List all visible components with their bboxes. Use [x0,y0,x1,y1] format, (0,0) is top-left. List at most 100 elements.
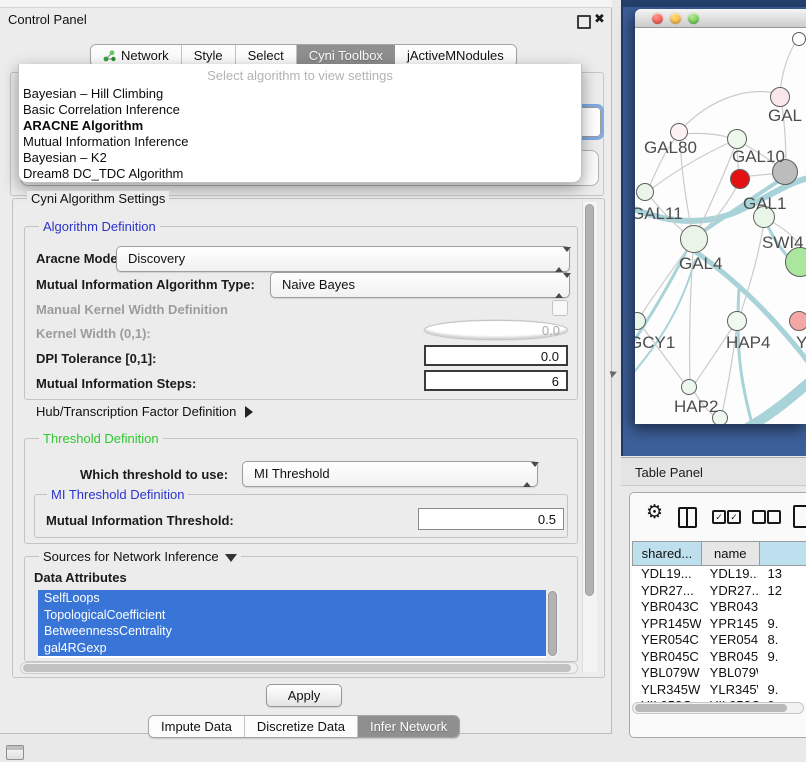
table-cell: YBL079W [632,665,701,682]
node-gal10[interactable] [727,129,747,149]
data-attributes-label: Data Attributes [34,570,127,585]
algorithm-option[interactable]: Bayesian – K2 [21,150,577,166]
column-header[interactable]: name [701,541,759,566]
tab-label: Network [121,48,169,63]
column-header[interactable]: shared... [632,541,701,566]
attributes-list-scrollbar[interactable] [548,590,558,658]
aracne-mode-label: Aracne Mode: [36,251,122,266]
table-row[interactable]: YDL19...YDL19...13 [632,566,806,583]
node-hap2[interactable] [681,379,697,395]
threshold-definition-title: Threshold Definition [39,431,163,446]
node-label: HAP2 [674,397,718,417]
kernel-width-field[interactable]: 0.0 [424,320,568,340]
control-panel-titlebar: Control Panel ✖ [0,8,611,32]
node-label: GCY1 [635,333,675,353]
table-rows[interactable]: YDL19...YDL19...13YDR27...YDR27...12YBR0… [632,566,806,702]
apply-button[interactable]: Apply [266,684,342,707]
hub-transcription-section[interactable]: Hub/Transcription Factor Definition [36,404,253,419]
node-label: SWI4 [762,233,804,253]
table-cell: YBL079W [701,665,759,682]
aracne-mode-combobox[interactable]: Discovery [116,246,570,272]
node-red[interactable] [730,169,750,189]
settings-horizontal-scrollbar[interactable] [20,662,578,674]
network-window-titlebar[interactable] [635,9,806,28]
mi-steps-field[interactable]: 6 [424,370,568,391]
deselect-all-icon[interactable] [767,510,781,524]
attribute-list-item[interactable]: BetweennessCentrality [38,623,546,640]
node-top-partial[interactable] [792,32,806,46]
network-window-frame: GALGAL80GAL10GAL1GAL11SWI4GAL4GCY1HAP4YH… [621,0,806,456]
table-horizontal-scrollbar[interactable] [632,702,804,714]
mac-close-button[interactable] [652,13,663,24]
table-cell: 8. [758,632,806,649]
table-row[interactable]: YBR045CYBR045C9. [632,649,806,666]
network-icon [103,50,116,62]
combo-arrows-icon [523,467,532,481]
tab-label: Select [248,48,284,63]
table-cell: YER054C [701,632,759,649]
cyni-bottom-tabs: Impute DataDiscretize DataInfer Network [148,715,460,738]
algorithm-dropdown-popup: Select algorithm to view settings Bayesi… [18,64,582,183]
dpi-tolerance-label: DPI Tolerance [0,1]: [36,351,156,366]
data-attributes-list[interactable]: SelfLoopsTopologicalCoefficientBetweenne… [38,590,546,658]
deselect-all-icon[interactable] [752,510,766,524]
table-panel-titlebar: Table Panel [621,457,806,486]
table-row[interactable]: YDR27...YDR27...12 [632,583,806,600]
tab-network[interactable]: Network [91,45,182,66]
gear-icon[interactable]: ⚙ [646,503,663,522]
algorithm-option[interactable]: ARACNE Algorithm [21,118,577,134]
mi-threshold-field[interactable]: 0.5 [418,508,564,530]
table-cell: 9. [758,649,806,666]
tab-jactivemnodules[interactable]: jActiveMNodules [395,45,516,66]
tab-impute-data[interactable]: Impute Data [149,716,245,737]
mac-minimize-button[interactable] [670,13,681,24]
minimized-panel-icon[interactable] [6,745,24,760]
settings-vertical-scrollbar[interactable] [582,202,597,672]
algorithm-option[interactable]: Mutual Information Inference [21,134,577,150]
which-threshold-combobox[interactable]: MI Threshold [242,461,538,487]
mi-algorithm-type-label: Mutual Information Algorithm Type: [36,277,255,292]
algorithm-option[interactable]: Basic Correlation Inference [21,102,577,118]
attribute-list-item[interactable]: TopologicalCoefficient [38,607,546,624]
mi-algorithm-type-combobox[interactable]: Naive Bayes [270,272,570,298]
table-row[interactable]: YPR145WYPR145W9. [632,616,806,633]
hub-transcription-label: Hub/Transcription Factor Definition [36,404,236,419]
float-window-icon[interactable] [577,15,591,29]
column-header[interactable] [759,541,806,566]
table-row[interactable]: YLR345WYLR345W9. [632,682,806,699]
algorithm-option[interactable]: Bayesian – Hill Climbing [21,86,577,102]
close-icon[interactable]: ✖ [594,11,605,27]
table-row[interactable]: YBR043CYBR043C [632,599,806,616]
node-gal-pink[interactable] [770,87,790,107]
expanded-arrow-icon[interactable] [225,554,237,562]
columns-icon[interactable] [678,507,697,528]
select-all-icon[interactable]: ✓ [727,510,741,524]
tab-style[interactable]: Style [182,45,236,66]
table-cell: YBR043C [632,599,701,616]
dpi-tolerance-field[interactable]: 0.0 [424,345,568,366]
manual-kernel-checkbox[interactable] [552,300,568,316]
table-cell [758,599,806,616]
select-all-icon[interactable]: ✓ [712,510,726,524]
node-gal4[interactable] [680,225,708,253]
algorithm-option[interactable]: Dream8 DC_TDC Algorithm [21,166,577,182]
table-row[interactable]: YER054CYER054C8. [632,632,806,649]
tab-infer-network[interactable]: Infer Network [358,716,459,737]
tab-cyni-toolbox[interactable]: Cyni Toolbox [297,45,395,66]
tab-select[interactable]: Select [236,45,297,66]
network-canvas[interactable]: GALGAL80GAL10GAL1GAL11SWI4GAL4GCY1HAP4YH… [635,28,806,424]
tab-discretize-data[interactable]: Discretize Data [245,716,358,737]
mac-zoom-button[interactable] [688,13,699,24]
node-hap4[interactable] [727,311,747,331]
table-cell: YLR345W [632,682,701,699]
node-salmon[interactable] [789,311,806,331]
file-icon[interactable] [793,505,806,528]
node-gal11[interactable] [636,183,654,201]
settings-group-title: Cyni Algorithm Settings [27,191,169,206]
attribute-list-item[interactable]: SelfLoops [38,590,546,607]
collapsed-arrow-icon[interactable] [245,406,253,418]
table-row[interactable]: YBL079WYBL079W [632,665,806,682]
attribute-list-item[interactable]: gal4RGexp [38,640,546,657]
algorithm-definition-title: Algorithm Definition [39,219,160,234]
table-cell: YDR27... [632,583,701,600]
